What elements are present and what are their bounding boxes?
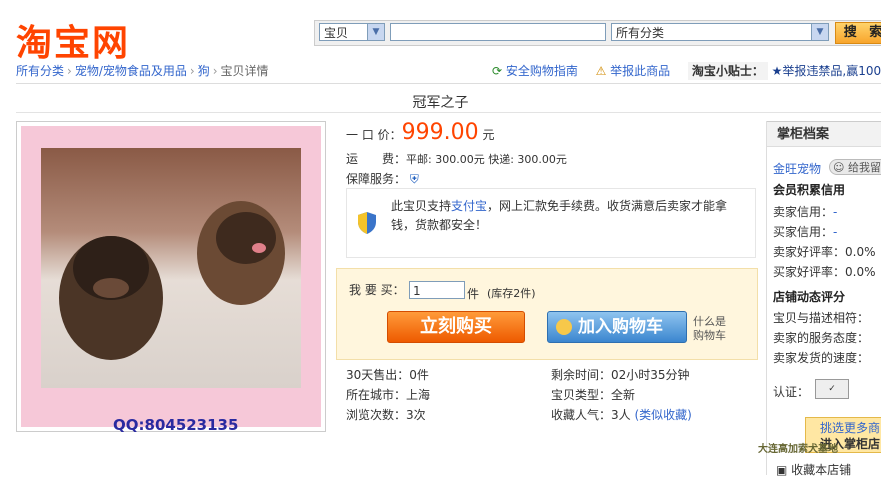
buyer-rate: 买家好评率：0.0% — [773, 265, 876, 279]
price-label: 一 口 价： — [346, 128, 402, 142]
seller-credit-label: 卖家信用： — [773, 205, 834, 219]
tip-label: 淘宝小贴士： — [687, 62, 768, 80]
price-row: 一 口 价：999.00 元 — [346, 120, 494, 145]
alipay-notice: 此宝贝支持支付宝，网上汇款免手续费。收货满意后卖家才能拿钱，货款都安全！ — [346, 188, 756, 258]
what-is-cart-link[interactable]: 什么是 购物车 — [693, 315, 726, 343]
buyer-credit-value: - — [833, 225, 838, 239]
seller-heading: 掌柜档案 — [767, 121, 881, 147]
qty-unit: 件 — [467, 287, 480, 301]
breadcrumb-item[interactable]: 狗 — [198, 64, 210, 78]
qq-contact: QQ:804523135 — [113, 416, 239, 434]
shipping-row: 运 费：平邮: 300.00元 快递: 300.00元 — [346, 150, 567, 167]
price-value: 999.00 — [401, 120, 479, 145]
buy-box: 我 要 买： 1 件 (库存2件) 立刻购买 加入购物车 什么是 购物车 — [336, 268, 758, 360]
add-to-cart-button[interactable]: 加入购物车 — [547, 311, 687, 343]
views-stat: 浏览次数：3次 — [346, 408, 426, 422]
shipping-value: 平邮: 300.00元 快递: 300.00元 — [406, 153, 567, 166]
buy-now-button[interactable]: 立刻购买 — [387, 311, 525, 343]
safe-shopping-icon: ⟳ — [492, 64, 503, 78]
similar-favorites-link[interactable]: (类似收藏) — [634, 408, 691, 422]
cert-label: 认证： — [773, 385, 810, 399]
puppies-illustration — [59, 201, 285, 360]
city-stat: 所在城市：上海 — [346, 388, 431, 402]
guarantee-row: 保障服务： ⛨ — [346, 170, 419, 187]
watermark: 大连高加索犬基地 — [758, 444, 838, 455]
report-icon: ⚠ — [595, 64, 607, 78]
top-links: ⟳ 安全购物指南 ⚠ 举报此商品 淘宝小贴士： ★举报违禁品,赢100 — [492, 62, 881, 80]
delivery-rating: 卖家发货的速度： — [773, 351, 870, 365]
product-photo[interactable]: QQ:804523135 — [16, 121, 326, 434]
photo-frame: QQ:804523135 — [21, 126, 321, 434]
leave-message-label: 给我留 — [848, 161, 881, 174]
search-input[interactable] — [390, 23, 606, 41]
cart-icon — [556, 319, 572, 335]
seller-rate: 卖家好评率：0.0% — [773, 245, 876, 259]
chevron-down-icon[interactable]: ▼ — [367, 24, 384, 40]
seller-credit: 卖家信用：- — [773, 203, 837, 220]
breadcrumb-item[interactable]: 所有分类 — [16, 64, 64, 78]
search-bar: 宝贝 ▼ 所有分类 ▼ 搜 索 — [314, 20, 881, 46]
what-is-cart-line: 什么是 — [693, 315, 726, 328]
shield-icon[interactable]: ⛨ — [410, 172, 419, 186]
notice-text-pre: 此宝贝支持 — [391, 199, 452, 213]
service-rating: 卖家的服务态度： — [773, 331, 870, 345]
add-to-cart-label: 加入购物车 — [578, 317, 663, 337]
leave-message-button[interactable]: ☺ 给我留 — [829, 159, 881, 175]
notice-text: 此宝贝支持支付宝，网上汇款免手续费。收货满意后卖家才能拿钱，货款都安全！ — [391, 197, 741, 235]
tip-link[interactable]: ★举报违禁品,赢100 — [772, 64, 881, 78]
quantity-input[interactable]: 1 — [409, 281, 465, 299]
stock-text: (库存2件) — [487, 287, 536, 300]
seller-credit-value: - — [833, 205, 838, 219]
desc-match-rating: 宝贝与描述相符： — [773, 311, 870, 325]
divider — [16, 112, 881, 113]
breadcrumb: 所有分类 › 宠物/宠物食品及用品 › 狗 › 宝贝详情 — [16, 64, 269, 78]
divider — [16, 83, 881, 84]
search-type-select[interactable]: 宝贝 ▼ — [319, 23, 385, 41]
credit-heading: 会员积累信用 — [773, 183, 846, 197]
breadcrumb-current: 宝贝详情 — [220, 64, 269, 78]
seller-name-link[interactable]: 金旺宠物 — [773, 160, 821, 177]
taobao-logo[interactable]: 淘宝网 — [16, 14, 130, 66]
favorites-count: 收藏人气：3人 — [551, 408, 631, 422]
buyer-credit: 买家信用：- — [773, 223, 837, 240]
safe-guide-link[interactable]: 安全购物指南 — [506, 64, 578, 78]
favorite-shop-link[interactable]: ▣ 收藏本店铺 — [776, 461, 851, 478]
category-value: 所有分类 — [616, 26, 665, 40]
guarantee-label: 保障服务： — [346, 172, 407, 186]
breadcrumb-item[interactable]: 宠物/宠物食品及用品 — [75, 64, 187, 78]
alipay-link[interactable]: 支付宝 — [451, 199, 487, 213]
price-unit: 元 — [482, 128, 495, 142]
report-link[interactable]: 举报此商品 — [610, 64, 670, 78]
category-select[interactable]: 所有分类 ▼ — [611, 23, 829, 41]
search-button[interactable]: 搜 索 — [835, 22, 881, 44]
type-stat: 宝贝类型：全新 — [551, 388, 636, 402]
shield-icon — [358, 212, 376, 234]
sold-stat: 30天售出：0件 — [346, 368, 429, 382]
certification-icon[interactable]: ✓ — [815, 379, 849, 399]
qty-label: 我 要 买： — [349, 283, 405, 297]
puppies-image — [41, 148, 301, 388]
what-is-cart-line: 购物车 — [693, 329, 726, 342]
product-title: 冠军之子 — [412, 95, 469, 111]
chevron-down-icon[interactable]: ▼ — [811, 24, 828, 40]
search-type-value: 宝贝 — [324, 26, 349, 40]
favorites-stat: 收藏人气：3人 (类似收藏) — [551, 406, 692, 423]
remaining-time-stat: 剩余时间：02小时35分钟 — [551, 368, 690, 382]
buyer-credit-label: 买家信用： — [773, 225, 834, 239]
dynamic-rating-heading: 店铺动态评分 — [773, 290, 846, 304]
pick-more-label: 挑选更多商 — [819, 421, 880, 435]
chat-icon: ☺ — [833, 161, 845, 174]
seller-sidebar: 掌柜档案 金旺宠物 ☺ 给我留 会员积累信用 卖家信用：- 买家信用：- 卖家好… — [766, 121, 881, 475]
shipping-label: 运 费： — [346, 152, 407, 166]
